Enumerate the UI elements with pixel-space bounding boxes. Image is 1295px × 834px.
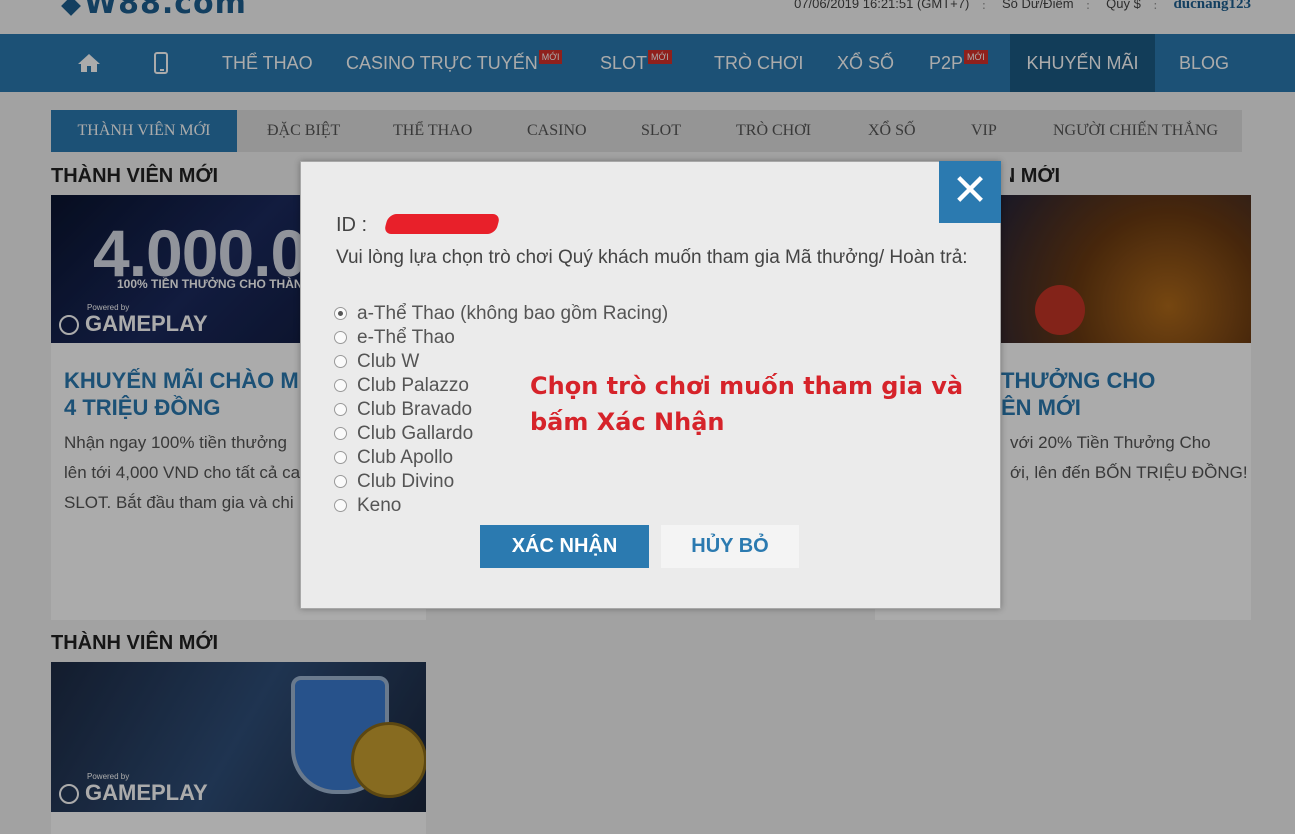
radio-button[interactable] <box>334 403 347 416</box>
id-label: ID : <box>336 214 368 236</box>
radio-button[interactable] <box>334 331 347 344</box>
close-icon: ✕ <box>951 166 989 215</box>
redacted-id <box>383 214 501 234</box>
close-button[interactable]: ✕ <box>939 161 1001 223</box>
radio-button[interactable] <box>334 475 347 488</box>
confirm-button[interactable]: XÁC NHẬN <box>480 525 649 568</box>
radio-button[interactable] <box>334 307 347 320</box>
cancel-button[interactable]: HỦY BỎ <box>661 525 799 568</box>
radio-button[interactable] <box>334 451 347 464</box>
radio-button[interactable] <box>334 427 347 440</box>
radio-button[interactable] <box>334 355 347 368</box>
option-keno[interactable]: Keno <box>334 494 668 518</box>
option-a-sports[interactable]: a-Thể Thao (không bao gồm Racing) <box>334 302 668 326</box>
radio-button[interactable] <box>334 499 347 512</box>
option-club-divino[interactable]: Club Divino <box>334 470 668 494</box>
option-club-apollo[interactable]: Club Apollo <box>334 446 668 470</box>
radio-button[interactable] <box>334 379 347 392</box>
instruction-annotation: Chọn trò chơi muốn tham gia và bấm Xác Nh… <box>530 372 964 436</box>
dialog-prompt: Vui lòng lựa chọn trò chơi Quý khách muố… <box>336 247 968 268</box>
option-e-sports[interactable]: e-Thể Thao <box>334 326 668 350</box>
